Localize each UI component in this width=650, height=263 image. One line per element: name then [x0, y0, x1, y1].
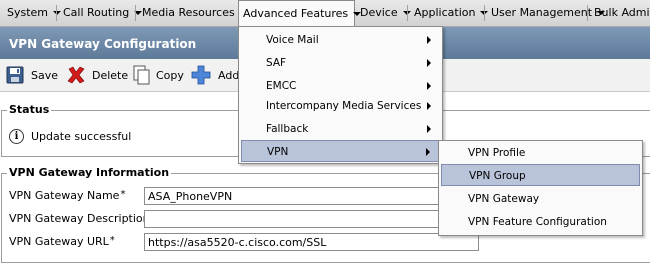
info-icon: i: [9, 129, 24, 144]
gateway-url-label-text: VPN Gateway URL: [9, 235, 109, 248]
menu-system-label: System: [7, 6, 49, 19]
menu-bulk-admin-label: Bulk Adminis: [594, 6, 650, 19]
status-legend: Status: [7, 103, 52, 116]
floppy-disk-icon: [6, 66, 24, 84]
saf-label: SAF: [266, 57, 287, 69]
menu-item-fallback[interactable]: Fallback: [241, 118, 440, 140]
advanced-features-menu: Voice Mail SAF EMCC Intercompany Media S…: [238, 26, 443, 164]
submenu-item-vpn-gateway[interactable]: VPN Gateway: [441, 188, 640, 210]
submenu-item-vpn-profile[interactable]: VPN Profile: [441, 142, 640, 164]
menu-call-routing-label: Call Routing: [63, 6, 130, 19]
save-label: Save: [31, 69, 59, 82]
required-mark: *: [109, 235, 115, 246]
chevron-right-icon: [427, 82, 431, 90]
menu-advanced-features-label: Advanced Features: [243, 7, 349, 20]
gateway-name-label-text: VPN Gateway Name: [9, 189, 120, 202]
copy-button[interactable]: Copy: [133, 59, 184, 92]
copy-document-icon: [133, 65, 150, 85]
gateway-description-input[interactable]: [144, 210, 479, 228]
gateway-url-label: VPN Gateway URL*: [9, 235, 115, 248]
intercompany-media-services-label: Intercompany Media Services: [266, 100, 422, 112]
menu-separator: [135, 5, 136, 21]
menu-separator: [587, 5, 588, 21]
voice-mail-label: Voice Mail: [266, 34, 319, 46]
menu-bulk-administration[interactable]: Bulk Adminis: [590, 0, 650, 26]
menu-item-voice-mail[interactable]: Voice Mail: [241, 29, 440, 51]
save-button[interactable]: Save: [6, 59, 59, 92]
emcc-label: EMCC: [266, 80, 297, 92]
menu-application[interactable]: Application: [410, 0, 489, 26]
menu-item-emcc[interactable]: EMCC: [241, 75, 440, 97]
delete-button[interactable]: Delete: [66, 59, 128, 92]
fallback-label: Fallback: [266, 123, 309, 135]
menu-item-intercompany-media-services[interactable]: Intercompany Media Services: [241, 95, 440, 117]
menu-device[interactable]: Device: [356, 0, 411, 26]
delete-label: Delete: [92, 69, 129, 82]
menu-device-label: Device: [360, 6, 398, 19]
menu-application-label: Application: [414, 6, 476, 19]
menu-separator: [484, 5, 485, 21]
vpn-label: VPN: [267, 146, 289, 158]
submenu-item-vpn-feature-configuration[interactable]: VPN Feature Configuration: [441, 211, 640, 233]
menu-separator: [56, 5, 57, 21]
submenu-item-vpn-group[interactable]: VPN Group: [441, 164, 640, 186]
add-label: Add: [218, 69, 240, 82]
chevron-right-icon: [427, 36, 431, 44]
gateway-name-input[interactable]: [144, 187, 479, 205]
menu-media-resources-label: Media Resources: [142, 6, 235, 19]
copy-label: Copy: [156, 69, 184, 82]
menu-call-routing[interactable]: Call Routing: [59, 0, 143, 26]
blue-plus-icon: [191, 65, 211, 85]
menu-user-management-label: User Management: [491, 6, 593, 19]
menu-advanced-features[interactable]: Advanced Features: [238, 0, 362, 26]
vpn-submenu: VPN Profile VPN Group VPN Gateway VPN Fe…: [438, 140, 643, 236]
chevron-right-icon: [426, 148, 430, 156]
menu-separator: [407, 5, 408, 21]
required-mark: *: [120, 189, 126, 200]
gateway-description-label: VPN Gateway Description: [9, 212, 150, 225]
menu-item-saf[interactable]: SAF: [241, 52, 440, 74]
add-button[interactable]: Add: [191, 59, 239, 92]
menu-media-resources[interactable]: Media Resources: [138, 0, 248, 26]
menu-item-vpn[interactable]: VPN: [241, 140, 440, 162]
chevron-right-icon: [427, 59, 431, 67]
red-x-icon: [67, 66, 85, 84]
gateway-name-label: VPN Gateway Name*: [9, 189, 125, 202]
chevron-right-icon: [427, 125, 431, 133]
menu-system[interactable]: System: [3, 0, 62, 26]
status-message: Update successful: [31, 130, 132, 143]
main-menu-bar: System Call Routing Media Resources Adva…: [0, 0, 650, 27]
chevron-right-icon: [427, 102, 431, 110]
gateway-url-input[interactable]: [144, 233, 479, 251]
gateway-info-legend: VPN Gateway Information: [7, 166, 172, 179]
